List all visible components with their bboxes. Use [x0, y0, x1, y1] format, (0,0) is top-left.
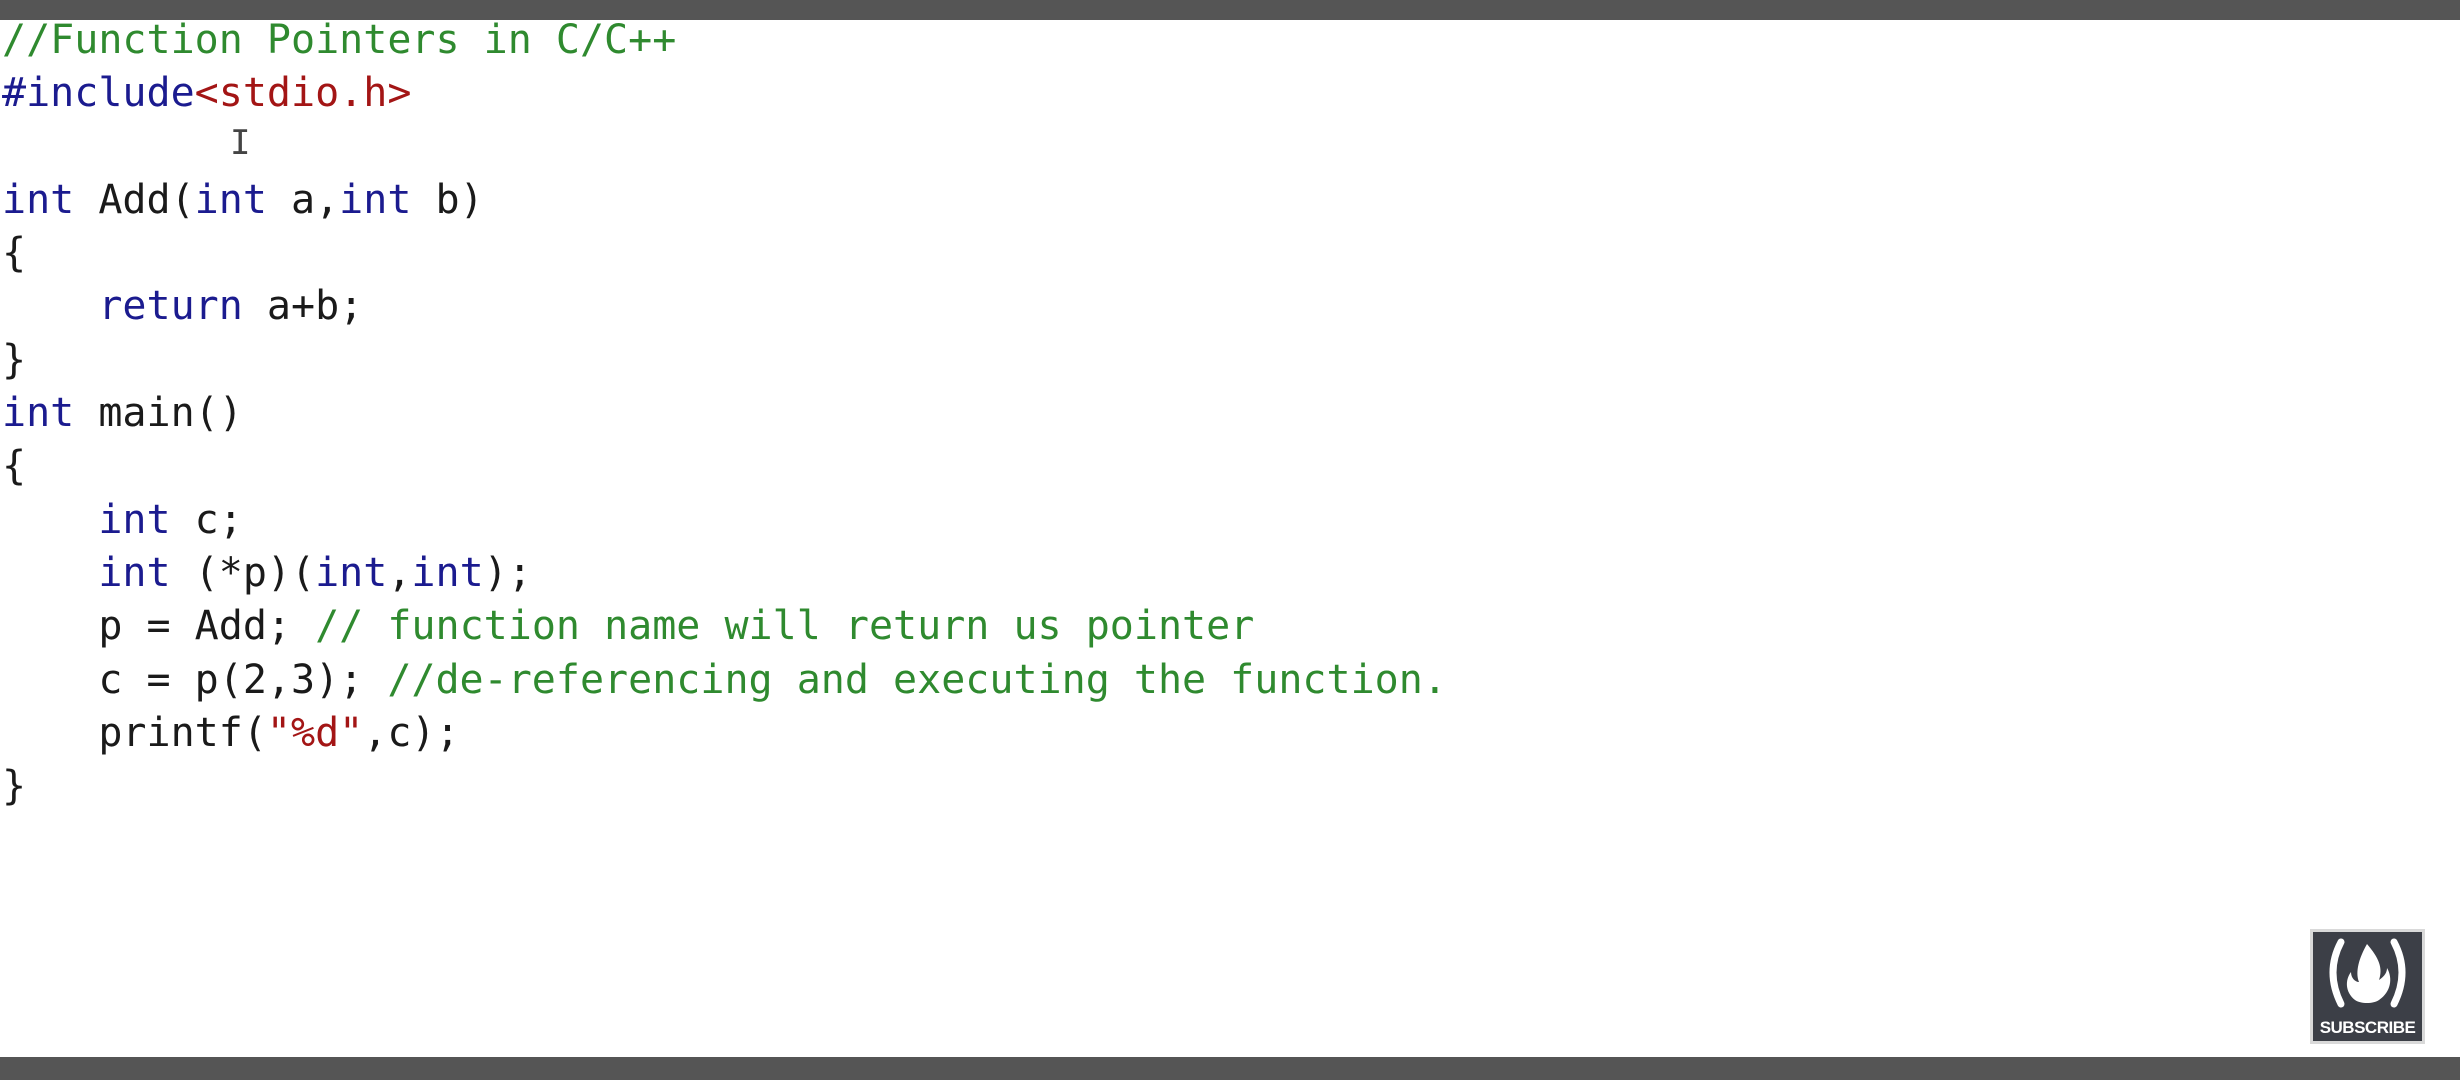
code-token: int	[2, 176, 75, 223]
code-token: int	[339, 176, 412, 223]
code-token: //Function Pointers in C/C++	[2, 17, 677, 63]
code-line: int main()	[2, 387, 1447, 440]
code-token: a+b;	[242, 283, 364, 330]
code-token: }	[2, 763, 27, 810]
subscribe-label: SUBSCRIBE	[2319, 1018, 2416, 1037]
code-token: int	[411, 549, 484, 596]
code-token: (*p)(	[170, 549, 316, 596]
bottom-frame-bar	[0, 1057, 2460, 1080]
code-line: printf("%d",c);	[2, 707, 1447, 760]
code-token: a,	[266, 176, 340, 223]
code-token: p = Add;	[2, 603, 316, 650]
code-line: c = p(2,3); //de-referencing and executi…	[2, 654, 1447, 707]
code-token: <stdio.h>	[194, 70, 412, 117]
code-token: Add(	[74, 176, 195, 223]
code-line: {	[2, 440, 1447, 493]
code-editor[interactable]: //Function Pointers in C/C++ #include<std…	[2, 14, 1447, 813]
code-line: {	[2, 227, 1447, 280]
text-cursor-icon: I	[230, 123, 251, 163]
subscribe-badge[interactable]: SUBSCRIBE	[2310, 929, 2425, 1044]
code-line: int Add(int a,int b)	[2, 174, 1447, 227]
code-token: int	[98, 496, 171, 543]
code-token: {	[2, 443, 27, 490]
code-token: int	[98, 549, 171, 596]
code-line: int (*p)(int,int);	[2, 547, 1447, 600]
code-token: printf(	[2, 709, 267, 756]
code-token: main()	[74, 390, 243, 437]
code-token: // function name will return us pointer	[315, 603, 1255, 650]
code-line: //Function Pointers in C/C++	[2, 14, 1447, 67]
code-token: //de-referencing and executing the funct…	[387, 656, 1447, 703]
code-token: b)	[411, 176, 484, 223]
code-token: c;	[170, 496, 243, 543]
code-token: {	[2, 230, 27, 277]
code-token: return	[98, 283, 243, 330]
video-frame: //Function Pointers in C/C++ #include<std…	[0, 0, 2460, 1080]
code-line: }	[2, 334, 1447, 387]
code-token: );	[483, 549, 532, 596]
code-line: p = Add; // function name will return us…	[2, 600, 1447, 653]
code-line: int c;	[2, 494, 1447, 547]
code-token: int	[315, 549, 388, 596]
code-token: }	[2, 336, 27, 383]
code-line: }	[2, 760, 1447, 813]
code-token: int	[194, 176, 267, 223]
code-line: #include<stdio.h>	[2, 67, 1447, 120]
code-token: int	[2, 390, 75, 437]
code-token: ,c);	[363, 709, 460, 756]
code-token: "%d"	[266, 709, 364, 756]
code-token: ,	[387, 549, 412, 596]
code-token: #include	[2, 70, 195, 117]
code-line: return a+b;	[2, 280, 1447, 333]
code-token: c = p(2,3);	[2, 656, 388, 703]
